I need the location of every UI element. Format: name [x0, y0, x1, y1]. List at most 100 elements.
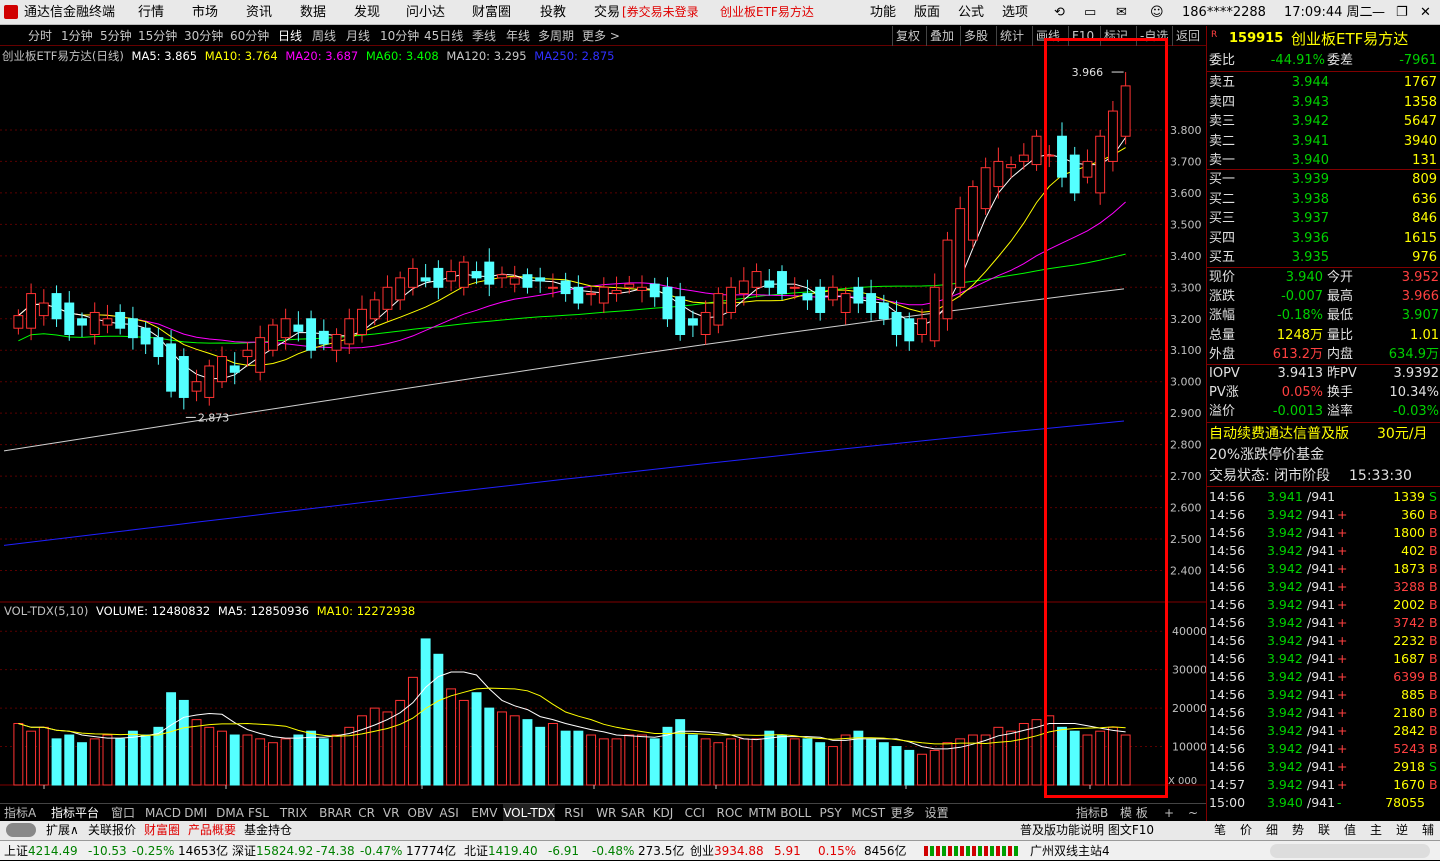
period-5min[interactable]: 5分钟	[100, 26, 132, 46]
promo-row[interactable]: 自动续费通达信普及版 30元/月	[1207, 424, 1440, 444]
indicator-tab[interactable]: 更多	[891, 804, 915, 822]
quote-tab[interactable]: 主	[1370, 821, 1382, 840]
menu-caifuquan[interactable]: 财富圈	[472, 0, 511, 25]
indicator-right-tab[interactable]: 模 板	[1120, 804, 1148, 822]
user-icon[interactable]: ☺	[1150, 0, 1164, 25]
subtab-kuozhan[interactable]: 扩展∧	[46, 821, 79, 840]
subtab-right[interactable]: 普及版功能说明 图文F10	[1020, 821, 1154, 840]
index-name[interactable]: 上证	[4, 841, 28, 861]
indicator-tab[interactable]: PSY	[820, 804, 842, 822]
period-1min[interactable]: 1分钟	[61, 26, 93, 46]
index-name[interactable]: 北证	[464, 841, 488, 861]
index-name[interactable]: 深证	[232, 841, 256, 861]
indicator-right-tab[interactable]: ~	[1188, 804, 1198, 822]
indicator-tab[interactable]: CCI	[685, 804, 705, 822]
indicator-tab[interactable]: 指标平台	[51, 804, 99, 822]
menu-faxian[interactable]: 发现	[354, 0, 380, 25]
quote-tab[interactable]: 价	[1240, 821, 1252, 840]
period-yearly[interactable]: 年线	[506, 26, 530, 46]
period-weekly[interactable]: 周线	[312, 26, 336, 46]
server-name[interactable]: 广州双线主站4	[1030, 841, 1110, 861]
indicator-tab[interactable]: KDJ	[653, 804, 674, 822]
indicator-tab[interactable]: 设置	[925, 804, 949, 822]
indicator-tab[interactable]: SAR	[621, 804, 645, 822]
subtab-caifuquan[interactable]: 财富圈	[144, 821, 180, 840]
indicator-tab[interactable]: TRIX	[280, 804, 307, 822]
indicator-tab[interactable]: CR	[358, 804, 375, 822]
user-account[interactable]: 186****2288	[1182, 0, 1266, 25]
tool-tongji[interactable]: 统计	[996, 26, 1027, 46]
period-quarterly[interactable]: 季线	[472, 26, 496, 46]
toggle-switch[interactable]	[6, 823, 36, 837]
close-icon[interactable]: ✕	[1420, 0, 1431, 25]
period-10min[interactable]: 10分钟	[380, 26, 419, 46]
quote-tab[interactable]: 笔	[1214, 821, 1226, 840]
indicator-tab[interactable]: WR	[596, 804, 616, 822]
menu-banmian[interactable]: 版面	[914, 0, 940, 25]
quote-tab[interactable]: 辅	[1422, 821, 1434, 840]
period-multi[interactable]: 多周期	[538, 26, 574, 46]
quote-tab[interactable]: 值	[1344, 821, 1356, 840]
indicator-tab[interactable]: VR	[383, 804, 400, 822]
menu-zixun[interactable]: 资讯	[246, 0, 272, 25]
indicator-tab[interactable]: BRAR	[319, 804, 352, 822]
indicator-tab[interactable]: DMA	[216, 804, 244, 822]
period-15min[interactable]: 15分钟	[138, 26, 177, 46]
tool-fanhui[interactable]: 返回	[1172, 26, 1203, 46]
mail-icon[interactable]: ✉	[1116, 0, 1127, 25]
tool-f10[interactable]: F10	[1068, 26, 1097, 46]
menu-gongneng[interactable]: 功能	[870, 0, 896, 25]
indicator-right-tab[interactable]: 指标B	[1076, 804, 1108, 822]
indicator-right-tab[interactable]: +	[1164, 804, 1174, 822]
indicator-tab[interactable]: FSL	[248, 804, 269, 822]
indicator-tab[interactable]: OBV	[408, 804, 434, 822]
indicator-tab[interactable]: VOL-TDX	[503, 804, 556, 822]
period-daily[interactable]: 日线	[278, 26, 302, 46]
period-more[interactable]: 更多 >	[582, 26, 620, 46]
indicator-tab[interactable]: DMI	[184, 804, 207, 822]
subtab-chanpin[interactable]: 产品概要	[188, 821, 236, 840]
tool-biaoji[interactable]: 标记	[1100, 26, 1131, 46]
subtab-jijin[interactable]: 基金持仓	[244, 821, 292, 840]
quote-tab[interactable]: 势	[1292, 821, 1304, 840]
tool-huaxian[interactable]: 画线	[1032, 26, 1063, 46]
indicator-tab[interactable]: MACD	[145, 804, 181, 822]
menu-wenxiaoda[interactable]: 问小达	[406, 0, 445, 25]
tool-fuquan[interactable]: 复权	[892, 26, 923, 46]
indicator-tab[interactable]: ROC	[717, 804, 743, 822]
period-fenshi[interactable]: 分时	[28, 26, 52, 46]
maximize-icon[interactable]: ❐	[1396, 0, 1408, 25]
menu-shichang[interactable]: 市场	[192, 0, 218, 25]
tool-diejia[interactable]: 叠加	[926, 26, 957, 46]
menu-shuju[interactable]: 数据	[300, 0, 326, 25]
menu-gongshi[interactable]: 公式	[958, 0, 984, 25]
period-60min[interactable]: 60分钟	[230, 26, 269, 46]
indicator-tab[interactable]: MTM	[748, 804, 776, 822]
indicator-tab[interactable]: ASI	[439, 804, 458, 822]
search-box[interactable]	[1270, 844, 1430, 858]
chat-icon[interactable]: ▭	[1084, 0, 1096, 25]
period-30min[interactable]: 30分钟	[184, 26, 223, 46]
menu-jiaoyi[interactable]: 交易	[594, 0, 620, 25]
minimize-icon[interactable]: —	[1372, 0, 1385, 25]
indicator-tab[interactable]: 指标A	[4, 804, 36, 822]
period-45day[interactable]: 45日线	[424, 26, 463, 46]
menu-hangqing[interactable]: 行情	[138, 0, 164, 25]
indicator-tab[interactable]: RSI	[564, 804, 584, 822]
trade-login-note[interactable]: [券交易未登录	[622, 0, 699, 25]
index-name[interactable]: 创业	[690, 841, 714, 861]
tool-duogu[interactable]: 多股	[960, 26, 991, 46]
indicator-tab[interactable]: BOLL	[780, 804, 811, 822]
kline-chart[interactable]: 3.800 3.700 3.600 3.500 3.400 3.300 3.200 3.100…	[0, 47, 1206, 789]
indicator-tab[interactable]: 窗口	[111, 804, 135, 822]
tool-zixuan[interactable]: -自选	[1136, 26, 1171, 46]
menu-toujiao[interactable]: 投教	[540, 0, 566, 25]
quote-tab[interactable]: 联	[1318, 821, 1330, 840]
indicator-tab[interactable]: MCST	[851, 804, 885, 822]
refresh-icon[interactable]: ⟲	[1054, 0, 1065, 25]
period-monthly[interactable]: 月线	[346, 26, 370, 46]
indicator-tab[interactable]: EMV	[471, 804, 497, 822]
quote-tab[interactable]: 细	[1266, 821, 1278, 840]
menu-xuanxiang[interactable]: 选项	[1002, 0, 1028, 25]
quote-tab[interactable]: 逆	[1396, 821, 1408, 840]
